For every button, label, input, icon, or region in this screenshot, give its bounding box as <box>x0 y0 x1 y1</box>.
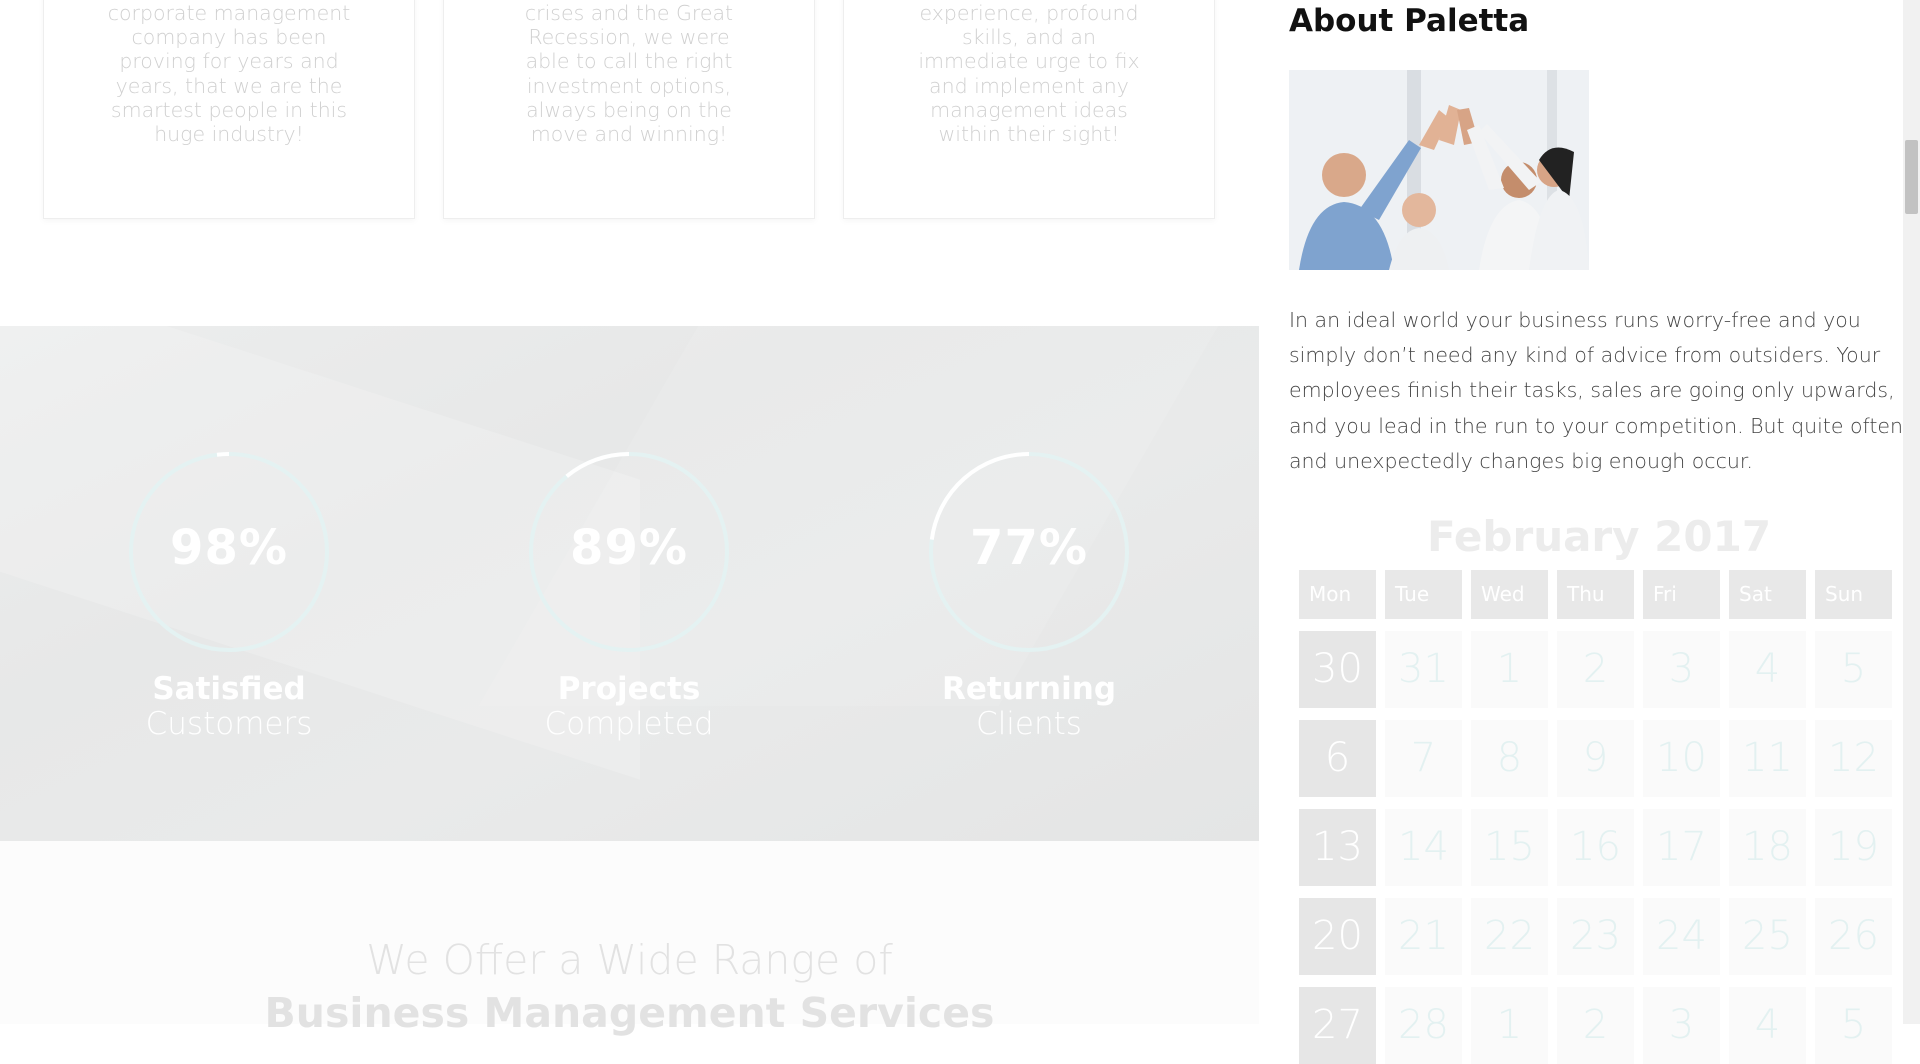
page-scrollbar[interactable] <box>1903 0 1920 1024</box>
weekday-tue: Tue <box>1385 570 1462 619</box>
stat-label-bold: Returning <box>941 671 1117 707</box>
feature-card: experience, profound skills, and an imme… <box>843 0 1215 219</box>
calendar-body: 30 31 1 2 3 4 5 6 7 8 9 10 11 12 13 14 15 16 17 18 19 20 21 22 2… <box>1299 631 1901 1064</box>
calendar-day[interactable]: 17 <box>1643 809 1720 886</box>
stat-satisfied-customers: 98% Satisfied Customers <box>127 450 331 742</box>
stat-label-light: Completed <box>544 706 714 742</box>
weekday-sat: Sat <box>1729 570 1806 619</box>
calendar-day[interactable]: 9 <box>1557 720 1634 797</box>
stat-percent: 98% <box>170 520 288 576</box>
about-title: About Paletta <box>1289 3 1530 39</box>
calendar-day[interactable]: 22 <box>1471 898 1548 975</box>
scrollbar-thumb[interactable] <box>1905 140 1918 214</box>
calendar-day[interactable]: 15 <box>1471 809 1548 886</box>
stat-percent: 77% <box>970 520 1088 576</box>
calendar-day[interactable]: 24 <box>1643 898 1720 975</box>
calendar-weekday-header: Mon Tue Wed Thu Fri Sat Sun <box>1299 570 1901 619</box>
calendar-day[interactable]: 1 <box>1471 987 1548 1064</box>
calendar-day[interactable]: 23 <box>1557 898 1634 975</box>
calendar-day[interactable]: 16 <box>1557 809 1634 886</box>
calendar-day[interactable]: 27 <box>1299 987 1376 1064</box>
calendar-day[interactable]: 4 <box>1729 631 1806 708</box>
stat-projects-completed: 89% Projects Completed <box>527 450 731 742</box>
services-heading-section: We Offer a Wide Range of Business Manage… <box>0 841 1259 1037</box>
calendar-day[interactable]: 25 <box>1729 898 1806 975</box>
stat-returning-clients: 77% Returning Clients <box>927 450 1131 742</box>
calendar-day[interactable]: 18 <box>1729 809 1806 886</box>
services-heading-line1: We Offer a Wide Range of <box>366 936 893 984</box>
calendar-day[interactable]: 11 <box>1729 720 1806 797</box>
weekday-thu: Thu <box>1557 570 1634 619</box>
team-photo <box>1289 70 1589 270</box>
feature-card-text: experience, profound skills, and an imme… <box>918 1 1140 147</box>
calendar-day[interactable]: 7 <box>1385 720 1462 797</box>
calendar-day[interactable]: 5 <box>1815 987 1892 1064</box>
stats-section: 98% Satisfied Customers 89% Projects Com… <box>0 326 1259 841</box>
calendar-day[interactable]: 19 <box>1815 809 1892 886</box>
calendar-day[interactable]: 3 <box>1643 631 1720 708</box>
calendar-day[interactable]: 4 <box>1729 987 1806 1064</box>
calendar-day[interactable]: 3 <box>1643 987 1720 1064</box>
stat-label-light: Customers <box>145 706 313 742</box>
calendar-day[interactable]: 12 <box>1815 720 1892 797</box>
feature-card: corporate management company has been pr… <box>43 0 415 219</box>
calendar-day[interactable]: 5 <box>1815 631 1892 708</box>
calendar-week-row: 20 21 22 23 24 25 26 <box>1299 898 1901 975</box>
calendar-week-row: 30 31 1 2 3 4 5 <box>1299 631 1901 708</box>
calendar-day[interactable]: 8 <box>1471 720 1548 797</box>
calendar-day[interactable]: 1 <box>1471 631 1548 708</box>
feature-card: crises and the Great Recession, we were … <box>443 0 815 219</box>
calendar-title: February 2017 <box>1426 512 1772 561</box>
weekday-mon: Mon <box>1299 570 1376 619</box>
stat-label-light: Clients <box>976 706 1082 742</box>
calendar-day[interactable]: 6 <box>1299 720 1376 797</box>
calendar-day[interactable]: 20 <box>1299 898 1376 975</box>
calendar-week-row: 6 7 8 9 10 11 12 <box>1299 720 1901 797</box>
calendar-day[interactable]: 14 <box>1385 809 1462 886</box>
calendar-day[interactable]: 31 <box>1385 631 1462 708</box>
calendar-week-row: 13 14 15 16 17 18 19 <box>1299 809 1901 886</box>
calendar-day[interactable]: 10 <box>1643 720 1720 797</box>
weekday-fri: Fri <box>1643 570 1720 619</box>
about-text: In an ideal world your business runs wor… <box>1289 308 1903 473</box>
stat-percent: 89% <box>570 520 688 576</box>
weekday-wed: Wed <box>1471 570 1548 619</box>
sidebar: About Paletta In an ideal world your bus… <box>1259 0 1903 1064</box>
calendar-day[interactable]: 21 <box>1385 898 1462 975</box>
feature-cards-section: corporate management company has been pr… <box>0 0 1259 326</box>
calendar-week-row: 27 28 1 2 3 4 5 <box>1299 987 1901 1064</box>
calendar-day[interactable]: 2 <box>1557 987 1634 1064</box>
calendar-day[interactable]: 26 <box>1815 898 1892 975</box>
stat-label-bold: Satisfied <box>152 671 306 707</box>
calendar-day[interactable]: 2 <box>1557 631 1634 708</box>
calendar-day[interactable]: 30 <box>1299 631 1376 708</box>
calendar-day[interactable]: 13 <box>1299 809 1376 886</box>
feature-card-text: crises and the Great Recession, we were … <box>524 1 734 147</box>
services-heading-line2: Business Management Services <box>264 989 995 1037</box>
stat-label-bold: Projects <box>557 671 701 707</box>
weekday-sun: Sun <box>1815 570 1892 619</box>
feature-card-text: corporate management company has been pr… <box>107 1 351 147</box>
calendar-day[interactable]: 28 <box>1385 987 1462 1064</box>
calendar: Mon Tue Wed Thu Fri Sat Sun 30 31 1 2 3 4 5 6 7 8… <box>1299 570 1901 1064</box>
